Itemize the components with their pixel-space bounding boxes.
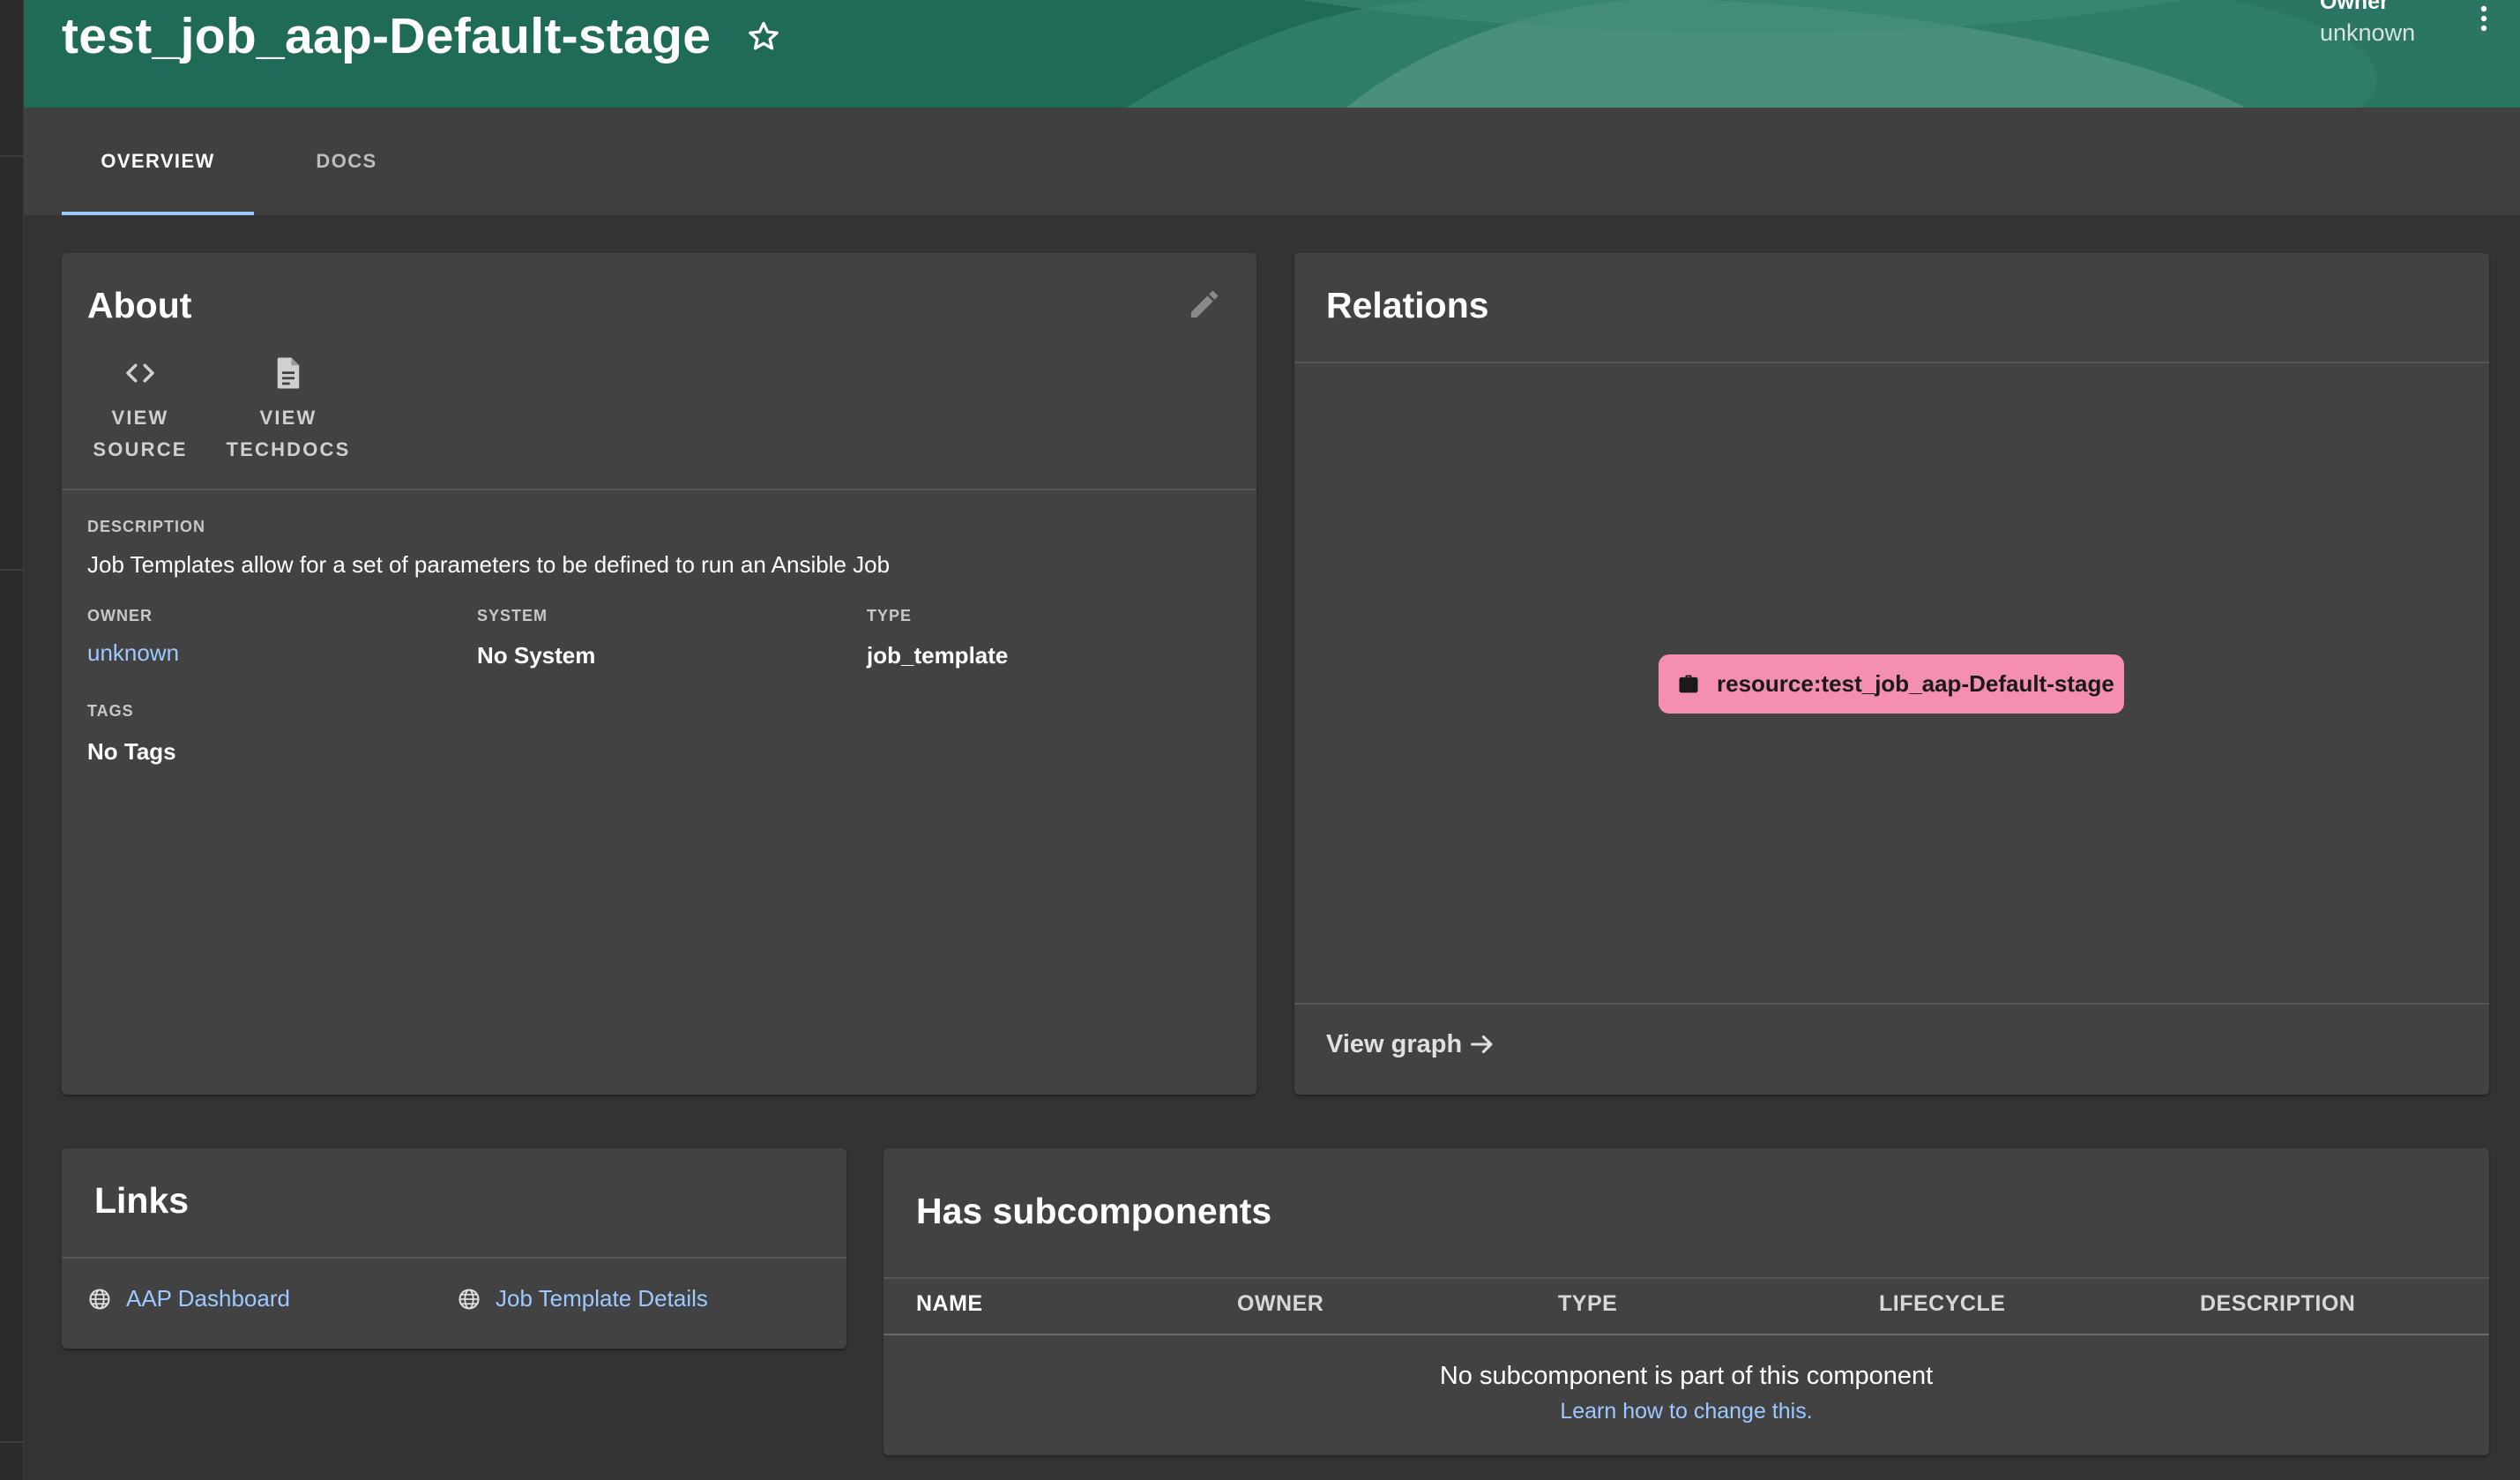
tags-field-label: TAGS [87, 702, 134, 720]
relations-divider-bottom [1294, 1003, 2489, 1005]
view-techdocs-label-line2: TECHDOCS [226, 438, 351, 460]
view-techdocs-button[interactable]: VIEW TECHDOCS [218, 355, 359, 466]
tab-bar: OVERVIEW DOCS [24, 108, 2520, 215]
link-aap-dashboard[interactable]: AAP Dashboard [87, 1285, 290, 1312]
relations-title: Relations [1326, 285, 1489, 325]
link-aap-dashboard-label: AAP Dashboard [126, 1285, 290, 1312]
more-vertical-icon[interactable] [2475, 4, 2493, 39]
links-card: Links AAP Dashboard Job Template Details [62, 1148, 846, 1349]
rail-divider [0, 569, 24, 571]
edit-pencil-icon[interactable] [1187, 287, 1222, 322]
column-header-lifecycle[interactable]: LIFECYCLE [1879, 1291, 2005, 1317]
column-header-description[interactable]: DESCRIPTION [2200, 1291, 2355, 1317]
links-divider [62, 1257, 846, 1259]
page-title: test_job_aap-Default-stage [62, 8, 712, 64]
arrow-right-icon [1471, 1035, 1493, 1054]
view-source-button[interactable]: VIEW SOURCE [87, 355, 193, 466]
globe-icon [89, 1288, 110, 1310]
page: test_job_aap-Default-stage Owner unknown… [0, 0, 2520, 1480]
learn-how-link[interactable]: Learn how to change this. [883, 1399, 2489, 1424]
tab-overview[interactable]: OVERVIEW [62, 108, 254, 215]
empty-state-message: No subcomponent is part of this componen… [1439, 1362, 1934, 1390]
about-title: About [87, 285, 192, 325]
graph-node-label: resource:test_job_aap-Default-stage [1717, 670, 2114, 697]
view-source-label-line1: VIEW [111, 407, 169, 429]
link-job-template-details-label: Job Template Details [496, 1285, 708, 1312]
owner-label: Owner [2320, 0, 2389, 14]
links-title: Links [94, 1180, 190, 1221]
subcomponents-title: Has subcomponents [916, 1191, 1272, 1231]
table-header-bottom-border [883, 1334, 2489, 1335]
column-header-type[interactable]: TYPE [1558, 1291, 1617, 1317]
view-source-label: VIEW SOURCE [93, 402, 187, 466]
link-job-template-details[interactable]: Job Template Details [457, 1285, 708, 1312]
code-icon [126, 363, 154, 383]
view-graph-label: View graph [1326, 1029, 1463, 1058]
view-source-label-line2: SOURCE [93, 438, 188, 460]
tags-value: No Tags [87, 738, 176, 765]
table-header-top-border [883, 1277, 2489, 1279]
entity-graph-node[interactable]: resource:test_job_aap-Default-stage [1659, 654, 2124, 714]
column-header-name[interactable]: NAME [916, 1291, 983, 1317]
system-value: No System [477, 642, 596, 669]
owner-link[interactable]: unknown [87, 639, 179, 667]
about-divider [62, 489, 1256, 490]
tab-active-indicator [62, 212, 254, 215]
type-field-label: TYPE [867, 607, 913, 624]
entity-header: test_job_aap-Default-stage Owner unknown [24, 0, 2520, 108]
document-icon [277, 357, 300, 389]
about-card: About VIEW SOURCE VIEW TECHDOCS DESCRIPT… [62, 253, 1256, 1095]
owner-field-label: OWNER [87, 607, 153, 624]
owner-value: unknown [2320, 19, 2416, 46]
left-rail [0, 0, 24, 1480]
relations-divider-top [1294, 362, 2489, 363]
star-outline-icon[interactable] [744, 18, 783, 56]
tab-docs[interactable]: DOCS [285, 108, 408, 215]
globe-icon [459, 1288, 480, 1310]
rail-divider [0, 1441, 24, 1443]
system-field-label: SYSTEM [477, 607, 548, 624]
briefcase-icon [1679, 675, 1698, 692]
view-techdocs-label: VIEW TECHDOCS [226, 402, 350, 466]
rail-divider [0, 155, 24, 157]
relations-card: Relations resource:test_job_aap-Default-… [1294, 253, 2489, 1095]
description-label: DESCRIPTION [87, 518, 206, 535]
view-graph-link[interactable]: View graph [1326, 1029, 1497, 1059]
description-text: Job Templates allow for a set of paramet… [87, 551, 891, 578]
view-techdocs-label-line1: VIEW [259, 407, 317, 429]
column-header-owner[interactable]: OWNER [1237, 1291, 1323, 1317]
subcomponents-card: Has subcomponents NAME OWNER TYPE LIFECY… [883, 1148, 2489, 1455]
type-value: job_template [867, 642, 1009, 669]
